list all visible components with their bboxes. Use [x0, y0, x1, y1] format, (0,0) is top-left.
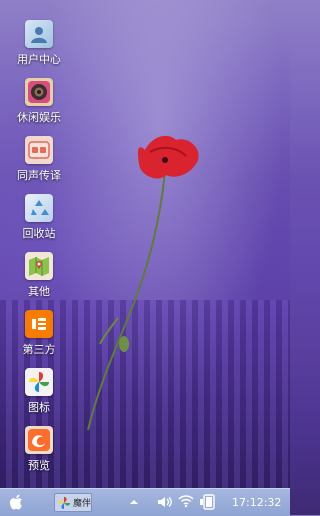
pinwheel-icon	[58, 496, 70, 509]
desktop-icon-label: 休闲娱乐	[17, 111, 61, 124]
desktop-icon-third-party[interactable]: 第三方	[11, 310, 67, 360]
map-icon	[25, 252, 53, 280]
user-center-icon	[25, 20, 53, 48]
desktop-icon-label: 图标	[28, 401, 50, 414]
desktop-icon-label: 第三方	[22, 343, 56, 356]
taskbar: 魔伴 17:12:32	[0, 488, 290, 516]
start-button[interactable]	[8, 493, 26, 511]
desktop-icon-preview[interactable]: 预览	[11, 426, 67, 476]
desktop-icon-recycle-bin[interactable]: 回收站	[11, 194, 67, 244]
desktop-icon-label: 同声传译	[17, 169, 61, 182]
taskbar-app-button[interactable]: 魔伴	[54, 493, 92, 512]
uc-browser-icon	[25, 426, 53, 454]
entertainment-icon	[25, 78, 53, 106]
chevron-up-icon[interactable]	[129, 497, 139, 507]
desktop-icon-translation[interactable]: 同声传译	[11, 136, 67, 186]
desktop-icon-label: 用户中心	[17, 53, 61, 66]
apple-icon	[9, 494, 22, 510]
taobao-icon	[25, 310, 53, 338]
pinwheel-icon	[25, 368, 53, 396]
recycle-bin-icon	[25, 194, 53, 222]
wifi-icon[interactable]	[178, 494, 194, 508]
desktop-icon-label: 预览	[28, 459, 50, 472]
battery-icon[interactable]	[199, 494, 217, 510]
translation-icon	[25, 136, 53, 164]
taskbar-app-label: 魔伴	[73, 499, 92, 509]
desktop-icon-label: 回收站	[22, 227, 56, 240]
desktop-icon-label: 其他	[28, 285, 50, 298]
taskbar-clock: 17:12:32	[232, 496, 282, 509]
desktop-icon-icons[interactable]: 图标	[11, 368, 67, 418]
desktop-icon-other[interactable]: 其他	[11, 252, 67, 302]
desktop-icon-entertainment[interactable]: 休闲娱乐	[11, 78, 67, 128]
desktop-icon-user-center[interactable]: 用户中心	[11, 20, 67, 70]
volume-icon[interactable]	[157, 495, 173, 509]
